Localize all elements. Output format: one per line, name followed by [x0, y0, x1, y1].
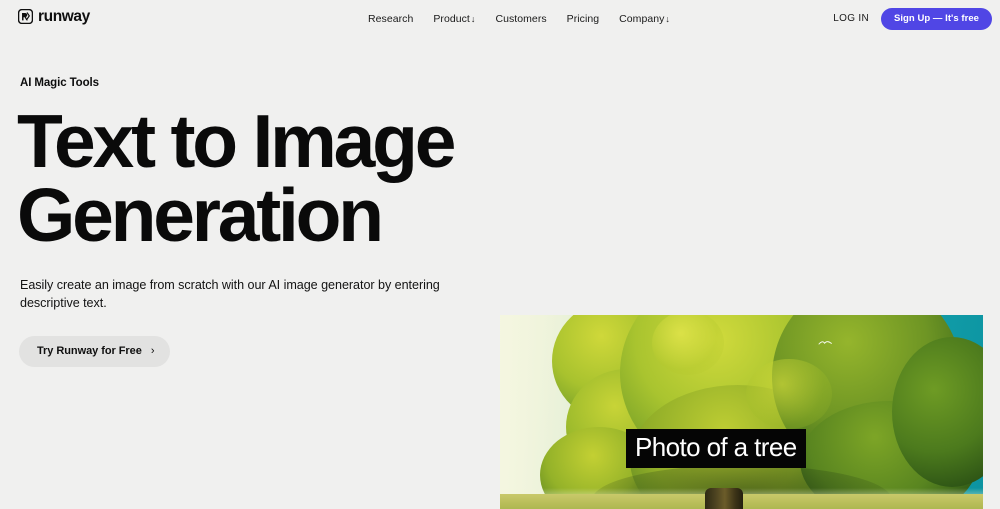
nav-label: Product	[433, 12, 470, 25]
brand-logo[interactable]: runway	[18, 9, 90, 25]
runway-logo-mark-icon	[18, 9, 33, 25]
nav-label: Customers	[495, 12, 547, 25]
bird-icon	[818, 332, 834, 345]
nav-label: Pricing	[566, 12, 600, 25]
nav-item-research[interactable]: Research	[368, 13, 413, 25]
hero-image: Photo of a tree	[500, 315, 983, 509]
page-title: Text to Image Generation	[17, 99, 456, 258]
chevron-down-icon: ↓	[665, 13, 670, 24]
nav-item-product[interactable]: Product ↓	[433, 13, 475, 25]
eyebrow-label: AI Magic Tools	[20, 77, 99, 89]
tree-trunk	[705, 488, 743, 509]
nav-item-customers[interactable]: Customers	[495, 13, 546, 25]
nav-label: Company	[619, 12, 665, 25]
hero-description: Easily create an image from scratch with…	[20, 278, 440, 311]
cta-label: Try Runway for Free	[37, 345, 142, 357]
chevron-right-icon: ›	[150, 344, 155, 357]
nav-item-company[interactable]: Company ↓	[619, 13, 670, 25]
tree-canopy	[500, 315, 983, 509]
signup-button[interactable]: Sign Up — It's free	[880, 7, 992, 30]
try-runway-for-free-button[interactable]: Try Runway for Free ›	[19, 336, 171, 367]
chevron-down-icon: ↓	[470, 13, 476, 24]
header-actions: LOG IN Sign Up — It's free	[833, 0, 992, 37]
nav-label: Research	[368, 12, 414, 25]
primary-nav: Research Product ↓ Customers Pricing Com…	[368, 0, 670, 37]
brand-name: runway	[38, 8, 90, 25]
site-header: runway Research Product ↓ Customers Pric…	[0, 0, 1000, 37]
nav-item-pricing[interactable]: Pricing	[567, 13, 599, 25]
login-link[interactable]: LOG IN	[833, 13, 869, 24]
image-caption: Photo of a tree	[626, 429, 806, 469]
